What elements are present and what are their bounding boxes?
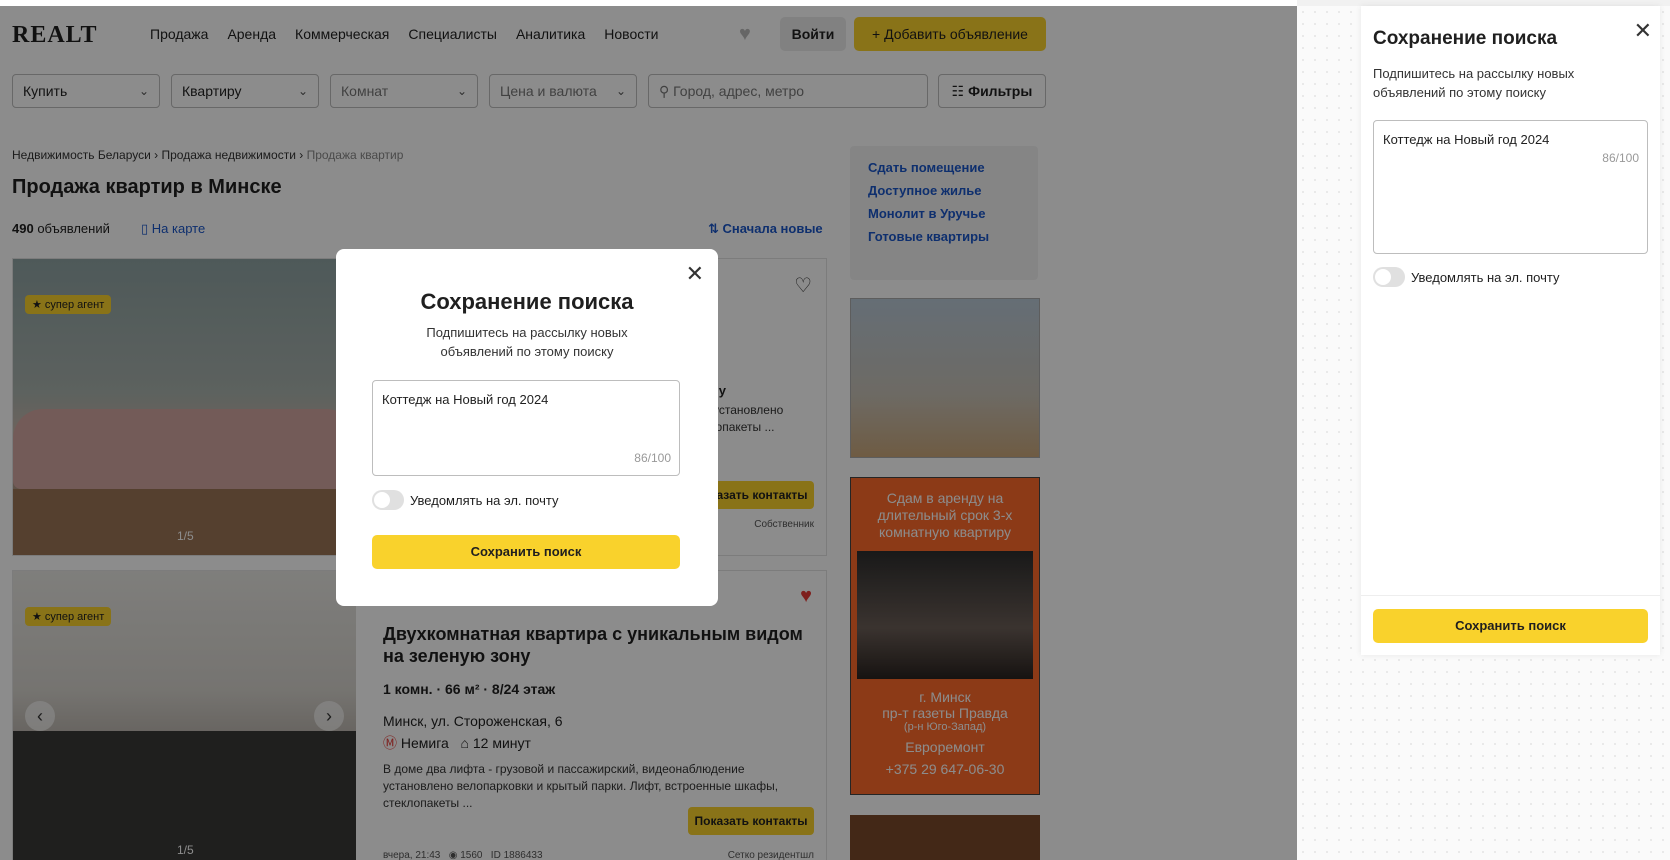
save-search-modal: ✕ Сохранение поиска Подпишитесь на рассы…: [336, 249, 718, 606]
save-search-panel: Сохранение поиска ✕ Подпишитесь на рассы…: [1361, 6, 1660, 655]
search-name-input[interactable]: Коттедж на Новый год 2024 86/100: [372, 380, 680, 476]
email-notify-label: Уведомлять на эл. почту: [1411, 270, 1560, 285]
char-counter: 86/100: [1602, 151, 1639, 165]
panel-subtitle: Подпишитесь на рассылку новых объявлений…: [1373, 66, 1575, 100]
panel-title: Сохранение поиска: [1373, 28, 1558, 49]
save-search-button[interactable]: Сохранить поиск: [372, 535, 680, 569]
email-notify-toggle[interactable]: [372, 490, 404, 510]
modal-title: Сохранение поиска: [420, 289, 634, 314]
close-icon[interactable]: ✕: [686, 261, 704, 287]
mobile-preview-area: Сохранение поиска ✕ Подпишитесь на рассы…: [1297, 6, 1670, 860]
listing-page: REALT Продажа Аренда Коммерческая Специа…: [0, 0, 1297, 860]
email-notify-label: Уведомлять на эл. почту: [410, 493, 559, 508]
char-counter: 86/100: [634, 451, 671, 465]
search-name-input[interactable]: Коттедж на Новый год 2024 86/100: [1373, 120, 1648, 254]
email-notify-toggle[interactable]: [1373, 267, 1405, 287]
search-name-value: Коттедж на Новый год 2024: [1383, 132, 1550, 147]
save-search-button[interactable]: Сохранить поиск: [1373, 609, 1648, 643]
search-name-value: Коттедж на Новый год 2024: [382, 392, 549, 407]
panel-footer: Сохранить поиск: [1361, 595, 1660, 655]
modal-subtitle: Подпишитесь на рассылку новых объявлений…: [426, 325, 628, 359]
close-icon[interactable]: ✕: [1634, 18, 1652, 44]
